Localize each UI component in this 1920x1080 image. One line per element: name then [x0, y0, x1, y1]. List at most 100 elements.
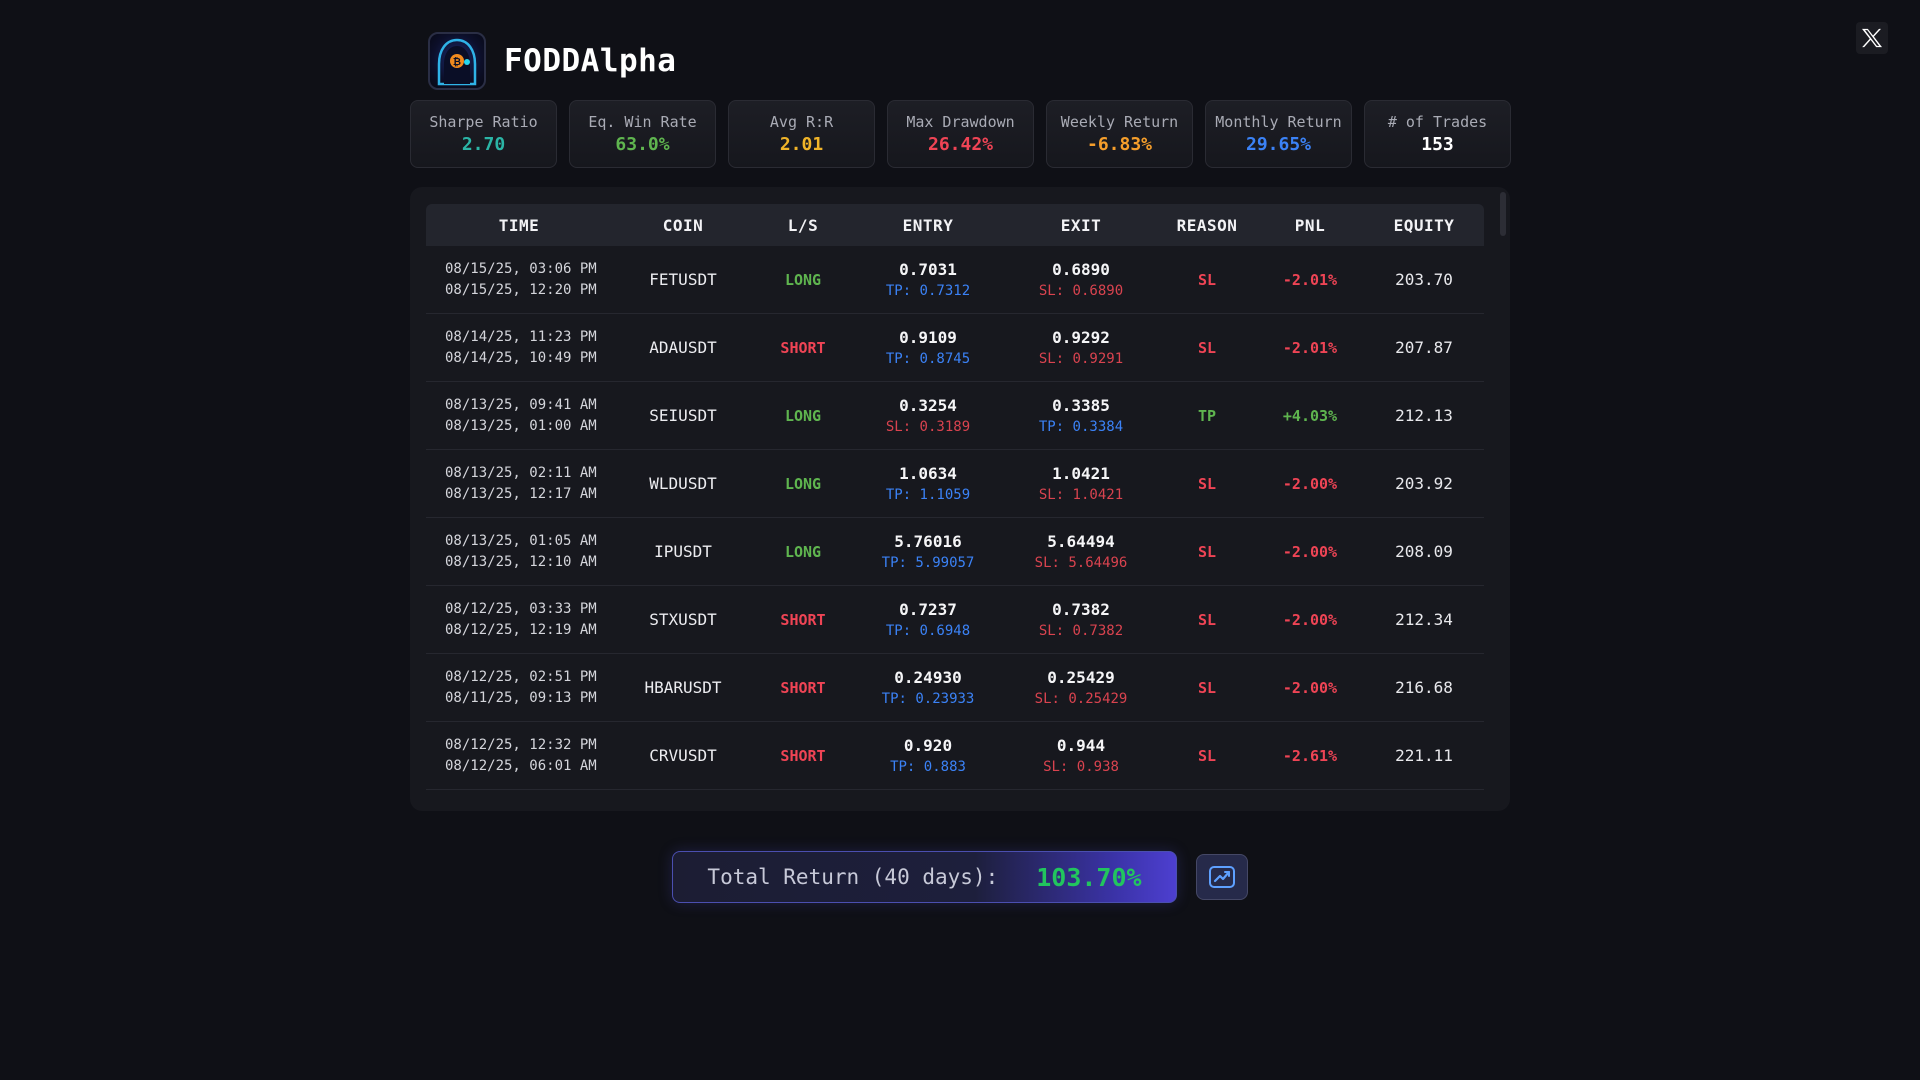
- entry-time: 08/14/25, 10:49 PM: [445, 349, 597, 366]
- entry-cell: 0.9109 TP: 0.8745: [852, 327, 1004, 369]
- exit-time: 08/12/25, 12:32 PM: [445, 736, 597, 753]
- entry-target: TP: 0.883: [890, 758, 966, 775]
- entry-price: 0.3254: [899, 395, 957, 415]
- exit-price: 5.64494: [1047, 531, 1115, 551]
- table-row[interactable]: 08/12/25, 12:32 PM 08/12/25, 06:01 AM CRVU…: [426, 722, 1484, 790]
- pnl-cell: +4.03%: [1282, 406, 1338, 425]
- stat-value: 26.42%: [927, 134, 994, 155]
- side-cell: LONG: [784, 406, 822, 425]
- stat-label: Avg R:R: [769, 113, 834, 131]
- trades-table[interactable]: TIME COIN L/S ENTRY EXIT REASON PNL EQUI…: [410, 187, 1510, 811]
- table-body: 08/15/25, 03:06 PM 08/15/25, 12:20 PM FETU…: [426, 246, 1484, 790]
- stat-label: Max Drawdown: [906, 113, 1015, 131]
- time-cell: 08/12/25, 02:51 PM 08/11/25, 09:13 PM: [426, 667, 612, 709]
- total-return-label: Total Return (40 days):: [707, 865, 999, 889]
- exit-time: 08/15/25, 03:06 PM: [445, 260, 597, 277]
- entry-price: 0.9109: [899, 327, 957, 347]
- reason-cell: SL: [1197, 542, 1217, 561]
- header-side: L/S: [787, 215, 819, 235]
- time-cell: 08/13/25, 02:11 AM 08/13/25, 12:17 AM: [426, 463, 612, 505]
- header-pnl: PNL: [1294, 215, 1326, 235]
- table-row[interactable]: 08/12/25, 02:51 PM 08/11/25, 09:13 PM HBAR…: [426, 654, 1484, 722]
- pnl-cell: -2.00%: [1282, 678, 1338, 697]
- equity-cell: 221.11: [1395, 746, 1453, 765]
- header-equity: EQUITY: [1393, 215, 1455, 235]
- entry-target: TP: 0.7312: [885, 282, 971, 299]
- exit-target: SL: 5.64496: [1034, 554, 1128, 571]
- pnl-cell: -2.00%: [1282, 474, 1338, 493]
- exit-price: 0.944: [1056, 735, 1106, 755]
- svg-text:₿: ₿: [453, 56, 461, 68]
- exit-time: 08/13/25, 09:41 AM: [445, 396, 597, 413]
- table-row[interactable]: 08/13/25, 02:11 AM 08/13/25, 12:17 AM WLDU…: [426, 450, 1484, 518]
- side-cell: LONG: [784, 474, 822, 493]
- exit-price: 0.3385: [1052, 395, 1110, 415]
- exit-cell: 0.9292 SL: 0.9291: [1004, 327, 1158, 369]
- exit-time: 08/13/25, 01:05 AM: [445, 532, 597, 549]
- entry-time: 08/11/25, 09:13 PM: [445, 689, 597, 706]
- header-coin: COIN: [662, 215, 704, 235]
- stat-label: Sharpe Ratio: [429, 113, 538, 131]
- pnl-cell: -2.61%: [1282, 746, 1338, 765]
- entry-cell: 0.920 TP: 0.883: [852, 735, 1004, 777]
- exit-target: SL: 0.9291: [1038, 350, 1124, 367]
- exit-target: SL: 0.25429: [1034, 690, 1128, 707]
- chart-button[interactable]: [1196, 854, 1248, 900]
- header-time: TIME: [498, 215, 540, 235]
- entry-price: 0.920: [903, 735, 953, 755]
- table-row[interactable]: 08/12/25, 03:33 PM 08/12/25, 12:19 AM STXU…: [426, 586, 1484, 654]
- exit-cell: 1.0421 SL: 1.0421: [1004, 463, 1158, 505]
- time-cell: 08/14/25, 11:23 PM 08/14/25, 10:49 PM: [426, 327, 612, 369]
- close-button[interactable]: [1856, 22, 1888, 54]
- exit-price: 0.9292: [1052, 327, 1110, 347]
- exit-target: SL: 0.7382: [1038, 622, 1124, 639]
- exit-cell: 0.7382 SL: 0.7382: [1004, 599, 1158, 641]
- entry-time: 08/12/25, 12:19 AM: [445, 621, 597, 638]
- table-scrollbar[interactable]: [1500, 192, 1506, 236]
- entry-target: TP: 1.1059: [885, 486, 971, 503]
- exit-target: SL: 1.0421: [1038, 486, 1124, 503]
- side-cell: SHORT: [780, 678, 826, 697]
- pnl-cell: -2.00%: [1282, 542, 1338, 561]
- equity-cell: 216.68: [1395, 678, 1453, 697]
- entry-time: 08/12/25, 06:01 AM: [445, 757, 597, 774]
- equity-cell: 203.70: [1395, 270, 1453, 289]
- table-row[interactable]: 08/15/25, 03:06 PM 08/15/25, 12:20 PM FETU…: [426, 246, 1484, 314]
- time-cell: 08/13/25, 01:05 AM 08/13/25, 12:10 AM: [426, 531, 612, 573]
- exit-target: SL: 0.938: [1043, 758, 1119, 775]
- equity-cell: 208.09: [1395, 542, 1453, 561]
- exit-target: SL: 0.6890: [1038, 282, 1124, 299]
- stat-card: Sharpe Ratio 2.70: [410, 100, 557, 168]
- side-cell: SHORT: [780, 610, 826, 629]
- entry-cell: 0.24930 TP: 0.23933: [852, 667, 1004, 709]
- reason-cell: SL: [1197, 746, 1217, 765]
- table-row[interactable]: 08/13/25, 01:05 AM 08/13/25, 12:10 AM IPUS…: [426, 518, 1484, 586]
- stat-value: 2.01: [779, 134, 824, 155]
- exit-target: TP: 0.3384: [1038, 418, 1124, 435]
- coin-cell: SEIUSDT: [649, 406, 717, 425]
- stat-label: Monthly Return: [1215, 113, 1342, 131]
- exit-price: 0.25429: [1047, 667, 1115, 687]
- total-return-value: 103.70%: [1036, 862, 1142, 892]
- time-cell: 08/15/25, 03:06 PM 08/15/25, 12:20 PM: [426, 259, 612, 301]
- exit-price: 0.7382: [1052, 599, 1110, 619]
- side-cell: SHORT: [780, 338, 826, 357]
- stat-value: 63.0%: [615, 134, 670, 155]
- entry-cell: 0.7237 TP: 0.6948: [852, 599, 1004, 641]
- entry-cell: 5.76016 TP: 5.99057: [852, 531, 1004, 573]
- coin-cell: FETUSDT: [649, 270, 717, 289]
- time-cell: 08/12/25, 03:33 PM 08/12/25, 12:19 AM: [426, 599, 612, 641]
- reason-cell: TP: [1197, 406, 1217, 425]
- hooded-figure-icon: ₿: [437, 38, 477, 86]
- table-row[interactable]: 08/13/25, 09:41 AM 08/13/25, 01:00 AM SEIU…: [426, 382, 1484, 450]
- time-cell: 08/13/25, 09:41 AM 08/13/25, 01:00 AM: [426, 395, 612, 437]
- table-row[interactable]: 08/14/25, 11:23 PM 08/14/25, 10:49 PM ADAU…: [426, 314, 1484, 382]
- entry-cell: 1.0634 TP: 1.1059: [852, 463, 1004, 505]
- reason-cell: SL: [1197, 270, 1217, 289]
- exit-time: 08/12/25, 02:51 PM: [445, 668, 597, 685]
- reason-cell: SL: [1197, 338, 1217, 357]
- entry-price: 5.76016: [894, 531, 962, 551]
- table-header: TIME COIN L/S ENTRY EXIT REASON PNL EQUI…: [426, 204, 1484, 246]
- time-cell: 08/12/25, 12:32 PM 08/12/25, 06:01 AM: [426, 735, 612, 777]
- exit-time: 08/14/25, 11:23 PM: [445, 328, 597, 345]
